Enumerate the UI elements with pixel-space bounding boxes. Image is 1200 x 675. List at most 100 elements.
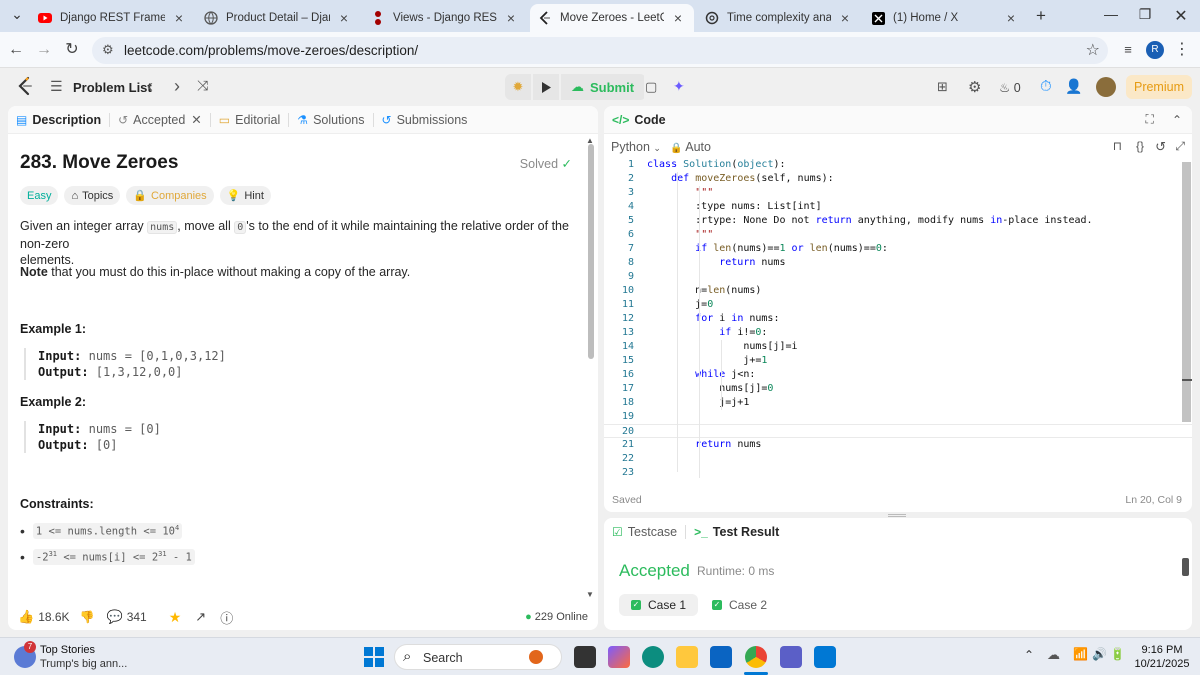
code-line[interactable]: 2 def moveZeroes(self, nums): — [604, 172, 1192, 186]
taskbar-search-box[interactable]: ⌕ Search — [394, 644, 562, 670]
tab-accepted[interactable]: ↺ Accepted ✕ — [110, 112, 210, 128]
task-view-icon[interactable] — [574, 646, 596, 668]
prev-problem-icon[interactable]: ‹ — [147, 76, 153, 97]
site-settings-icon[interactable]: ⚙ — [102, 42, 114, 58]
browser-tab-1[interactable]: Django REST Framework se × — [30, 4, 195, 32]
new-tab-icon[interactable]: + — [1026, 6, 1056, 26]
editor-scrollbar[interactable] — [1182, 162, 1191, 422]
code-line[interactable]: 13 if i!=0: — [604, 326, 1192, 340]
copilot-icon[interactable] — [608, 646, 630, 668]
code-line[interactable]: 1 class Solution(object): — [604, 158, 1192, 172]
tab-description[interactable]: ▤ Description — [8, 113, 109, 127]
code-line[interactable]: 20 — [604, 424, 1192, 438]
media-controls-icon[interactable]: ≡ — [1118, 40, 1138, 60]
collapse-icon[interactable]: ⌃ — [1172, 113, 1182, 127]
run-button[interactable] — [533, 74, 559, 100]
edge-icon[interactable] — [642, 646, 664, 668]
resize-handle[interactable] — [888, 514, 906, 517]
code-line[interactable]: 9 — [604, 270, 1192, 284]
minimize-icon[interactable]: — — [1096, 6, 1126, 22]
streak-counter[interactable]: ♨ 0 — [999, 80, 1021, 95]
browser-tab-2[interactable]: Product Detail – Django RE × — [196, 4, 360, 32]
tray-overflow-icon[interactable]: ⌃ — [1024, 648, 1034, 662]
maximize-icon[interactable]: ⛶ — [1146, 112, 1154, 127]
close-icon[interactable]: × — [837, 10, 853, 26]
weather-icon[interactable]: ☁ — [1047, 647, 1060, 663]
teams-icon[interactable] — [780, 646, 802, 668]
help-icon[interactable]: ⓘ — [220, 608, 233, 627]
code-line[interactable]: 16 while j<n: — [604, 368, 1192, 382]
reload-icon[interactable]: ↻ — [62, 40, 82, 60]
thumbs-up-icon[interactable]: 👍 — [18, 609, 34, 625]
submit-button[interactable]: ☁ Submit — [561, 74, 645, 100]
close-icon[interactable]: × — [1003, 10, 1019, 26]
code-line[interactable]: 14 nums[j]=i — [604, 340, 1192, 354]
description-scrollbar[interactable] — [588, 144, 594, 359]
timer-icon[interactable]: ⏱ — [1040, 78, 1052, 95]
code-editor[interactable]: 1 class Solution(object): 2 def moveZeroes… — [604, 158, 1192, 478]
bookmark-star-icon[interactable]: ☆ — [1086, 40, 1100, 60]
share-icon[interactable]: ↗ — [195, 609, 206, 625]
code-line[interactable]: 5 :rtype: None Do not return anything, m… — [604, 214, 1192, 228]
news-subtitle[interactable]: Trump's big ann... — [40, 658, 127, 670]
windows-start-icon[interactable] — [364, 647, 384, 672]
code-line[interactable]: 17 nums[j]=0 — [604, 382, 1192, 396]
problem-list-link[interactable]: Problem List — [73, 80, 152, 95]
close-icon[interactable]: × — [503, 10, 519, 26]
tab-code[interactable]: </> Code — [604, 113, 674, 127]
close-icon[interactable]: × — [670, 10, 686, 26]
window-close-icon[interactable]: ✕ — [1166, 6, 1196, 26]
browser-tab-5[interactable]: Time complexity analysis × — [697, 4, 861, 32]
companies-chip[interactable]: 🔒 Companies — [126, 186, 214, 205]
news-title[interactable]: Top Stories — [40, 644, 95, 656]
test-scrollbar[interactable] — [1182, 558, 1189, 576]
tab-testcase[interactable]: ☑ Testcase — [604, 525, 685, 539]
code-line[interactable]: 11 j=0 — [604, 298, 1192, 312]
favorite-star-icon[interactable]: ★ — [169, 609, 182, 626]
list-icon[interactable]: ☰ — [50, 78, 63, 95]
wifi-icon[interactable]: 📶 — [1073, 647, 1088, 661]
vscode-icon[interactable] — [814, 646, 836, 668]
browser-tab-6[interactable]: (1) Home / X × — [863, 4, 1027, 32]
language-select[interactable]: Python ⌄ — [611, 140, 661, 154]
scroll-up-icon[interactable]: ▲ — [586, 136, 594, 145]
code-line[interactable]: 18 j=j+1 — [604, 396, 1192, 410]
forward-arrow-icon[interactable]: → — [34, 40, 54, 60]
code-line[interactable]: 8 return nums — [604, 256, 1192, 270]
ai-sparkle-icon[interactable]: ✦ — [673, 78, 685, 95]
code-line[interactable]: 6 """ — [604, 228, 1192, 242]
thumbs-down-icon[interactable]: 👎 — [80, 610, 95, 624]
leetcode-logo-icon[interactable] — [17, 76, 33, 101]
clock-time[interactable]: 9:16 PM — [1132, 644, 1192, 656]
code-line[interactable]: 4 :type nums: List[int] — [604, 200, 1192, 214]
tab-submissions[interactable]: ↺ Submissions — [374, 113, 476, 127]
omnibox[interactable]: ⚙ leetcode.com/problems/move-zeroes/desc… — [92, 37, 1108, 64]
case-2-tab[interactable]: ✓ Case 2 — [700, 594, 779, 616]
debug-icon[interactable]: ✹ — [505, 74, 531, 100]
tab-solutions[interactable]: ⚗ Solutions — [289, 113, 372, 127]
close-icon[interactable]: × — [336, 10, 352, 26]
premium-button[interactable]: Premium — [1126, 75, 1192, 99]
volume-icon[interactable]: 🔊 — [1092, 647, 1107, 661]
clock-date[interactable]: 10/21/2025 — [1132, 658, 1192, 670]
file-explorer-icon[interactable] — [676, 646, 698, 668]
close-icon[interactable]: ✕ — [191, 112, 201, 127]
code-line[interactable]: 10 n=len(nums) — [604, 284, 1192, 298]
next-problem-icon[interactable]: › — [174, 76, 180, 97]
url-text[interactable]: leetcode.com/problems/move-zeroes/descri… — [124, 43, 418, 58]
note-icon[interactable]: ▢ — [645, 79, 657, 95]
layout-grid-icon[interactable]: ⊞ — [937, 79, 948, 95]
browser-menu-icon[interactable]: ⋮ — [1172, 40, 1192, 60]
tab-editorial[interactable]: ▭ Editorial — [211, 113, 289, 127]
outlook-icon[interactable] — [710, 646, 732, 668]
scroll-down-icon[interactable]: ▼ — [586, 590, 594, 599]
shuffle-icon[interactable]: ⤨ — [197, 77, 208, 94]
code-line[interactable]: 23 — [604, 466, 1192, 480]
add-friend-icon[interactable]: 👤 — [1065, 78, 1082, 95]
browser-tab-4-active[interactable]: Move Zeroes - LeetCode × — [530, 4, 694, 32]
auto-mode-toggle[interactable]: 🔒 Auto — [670, 140, 711, 154]
tab-search-icon[interactable]: ⌄ — [2, 6, 32, 23]
code-line[interactable]: 19 — [604, 410, 1192, 424]
restore-icon[interactable]: ❐ — [1130, 6, 1160, 23]
browser-tab-3[interactable]: Views - Django REST frame × — [363, 4, 527, 32]
